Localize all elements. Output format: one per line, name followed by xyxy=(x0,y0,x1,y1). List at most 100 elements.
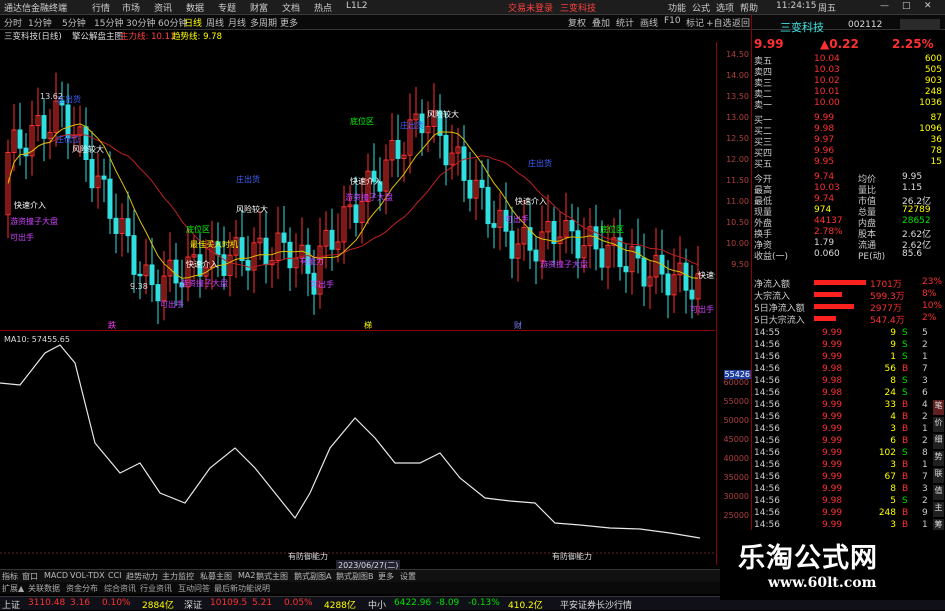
tick-side: B xyxy=(902,484,909,494)
period-week[interactable]: 周线 xyxy=(206,16,224,29)
flow-bar xyxy=(814,304,854,309)
extension-tab[interactable]: 互动问答 xyxy=(178,583,210,594)
menu-item-news[interactable]: 资讯 xyxy=(154,1,172,14)
period-month[interactable]: 月线 xyxy=(228,16,246,29)
quote-side-tab[interactable]: 势 xyxy=(933,451,944,466)
menu-item-wealth[interactable]: 财富 xyxy=(250,1,268,14)
clock: 11:24:15 xyxy=(776,1,817,11)
maximize-icon[interactable]: □ xyxy=(902,1,911,11)
menu-item-market[interactable]: 市场 xyxy=(122,1,140,14)
close-icon[interactable]: ✕ xyxy=(924,1,932,11)
menu-item-hot[interactable]: 热点 xyxy=(314,1,332,14)
quote-price-row: 9.99 ▲0.22 2.25% xyxy=(752,37,945,51)
indicator-tab[interactable]: 鹅式副图A xyxy=(294,571,331,582)
menu-item-formula[interactable]: 公式 xyxy=(692,1,710,14)
stat-row: 净资 1.79 流通 2.62亿 xyxy=(752,238,945,251)
extension-tab[interactable]: 扩展▲ xyxy=(2,583,24,594)
period-30min[interactable]: 30分钟 xyxy=(126,16,155,29)
menu-item-doc[interactable]: 文档 xyxy=(282,1,300,14)
indicator-tab[interactable]: VOL-TDX xyxy=(70,571,105,580)
chart-annotation: 快速介入 xyxy=(14,200,46,210)
period-multi[interactable]: 多周期 xyxy=(250,16,277,29)
btn-fuquan[interactable]: 复权 xyxy=(568,16,586,29)
chart-annotation: 底位区 xyxy=(350,116,374,126)
indicator-tab[interactable]: CCI xyxy=(108,571,122,580)
btn-draw[interactable]: 画线 xyxy=(640,16,658,29)
quote-side-tab[interactable]: 主 xyxy=(933,502,944,517)
period-1min[interactable]: 1分钟 xyxy=(28,16,52,29)
indicator-tab[interactable]: 指标 xyxy=(2,571,18,582)
btn-add-favorite[interactable]: +自选 xyxy=(706,16,732,29)
indicator-tab[interactable]: MACD xyxy=(44,571,68,580)
period-5min[interactable]: 5分钟 xyxy=(62,16,86,29)
extension-tab[interactable]: 资金分布 xyxy=(66,583,98,594)
quote-side-tab[interactable]: 值 xyxy=(933,485,944,500)
period-fenshi[interactable]: 分时 xyxy=(4,16,22,29)
btn-stats[interactable]: 统计 xyxy=(616,16,634,29)
quote-side-tab[interactable]: 细 xyxy=(933,434,944,449)
bid-volume: 78 xyxy=(930,146,942,156)
quote-side-tab[interactable]: 笔 xyxy=(933,400,944,415)
chart-annotation: 快速介入 xyxy=(515,196,547,206)
indicator-tab[interactable]: 鹅式副图B xyxy=(336,571,374,582)
candle-body xyxy=(689,289,695,300)
quote-notice-icon[interactable] xyxy=(900,19,940,30)
menu-item-l1l2[interactable]: L1L2 xyxy=(346,1,367,11)
extension-tab[interactable]: 行业资讯 xyxy=(140,583,172,594)
chart-indicator-name[interactable]: 擎公解盘主图 xyxy=(72,30,123,42)
y-axis: 14.50 14.00 13.50 13.00 12.50 12.00 11.50 11.00… xyxy=(716,42,751,577)
flow-row: 5日净流入额 2977万 10% xyxy=(752,301,945,314)
btn-f10[interactable]: F10 xyxy=(664,16,681,26)
menu-item-topic[interactable]: 专题 xyxy=(218,1,236,14)
indicator-tab[interactable]: MA2 xyxy=(238,571,255,580)
period-day[interactable]: 日线 xyxy=(184,16,202,29)
minimize-icon[interactable]: — xyxy=(880,1,889,11)
btn-overlay[interactable]: 叠加 xyxy=(592,16,610,29)
y-axis-tick: 14.00 xyxy=(726,71,749,80)
extension-tab[interactable]: 综合资讯 xyxy=(104,583,136,594)
stat-value: 28652 xyxy=(902,216,931,226)
ask-price: 10.04 xyxy=(814,54,840,64)
candle-body xyxy=(329,229,335,250)
menu-item-data[interactable]: 数据 xyxy=(186,1,204,14)
bid-price: 9.99 xyxy=(814,113,835,123)
menu-item-help[interactable]: 帮助 xyxy=(740,1,758,14)
flow-bar xyxy=(814,280,866,285)
quote-side-tab[interactable]: 价 xyxy=(933,417,944,432)
menu-item-quote[interactable]: 行情 xyxy=(92,1,110,14)
btn-mark[interactable]: 标记 xyxy=(686,16,704,29)
y-axis-tick: 10.50 xyxy=(726,218,749,227)
watermark-title: 乐淘公式网 xyxy=(738,543,878,574)
quote-side-tab[interactable]: 联 xyxy=(933,468,944,483)
indicator-tab[interactable]: 主力监控 xyxy=(162,571,194,582)
tick-price: 9.99 xyxy=(822,352,843,362)
bid-row: 买四 9.96 78 xyxy=(752,146,945,159)
period-15min[interactable]: 15分钟 xyxy=(94,16,123,29)
indicator-tab[interactable]: 趋势动力 xyxy=(126,571,158,582)
period-more[interactable]: 更多 xyxy=(280,16,298,29)
flow-pct: 23% xyxy=(922,277,943,287)
extension-tab[interactable]: 关联数据 xyxy=(28,583,60,594)
candle-body xyxy=(353,204,359,223)
indicator-tab[interactable]: 私募主图 xyxy=(200,571,232,582)
tick-time: 14:56 xyxy=(754,388,780,398)
menu-item-function[interactable]: 功能 xyxy=(668,1,686,14)
kline-chart[interactable]: 风险较大风险较大风险较大快速介入快速介入快速介入快速介入快速介入庄出货庄出货庄出… xyxy=(0,42,715,329)
tick-count: 8 xyxy=(922,448,928,458)
extension-tab[interactable]: 最后新功能说明 xyxy=(214,583,270,594)
chart-annotation: 可出手 xyxy=(160,299,184,309)
tick-time: 14:56 xyxy=(754,352,780,362)
y-axis-sub-tick: 30000 xyxy=(723,492,749,501)
tick-row: 14:56 9.98 56 B 7 xyxy=(752,364,945,375)
btn-back[interactable]: 返回 xyxy=(732,16,750,29)
menu-item-options[interactable]: 选项 xyxy=(716,1,734,14)
candle-body xyxy=(107,178,113,219)
trade-status[interactable]: 交易未登录 xyxy=(508,1,553,14)
chart-annotation: 游资撞子大盘 xyxy=(345,192,393,202)
tick-count: 6 xyxy=(922,388,928,398)
indicator-tab[interactable]: 更多 xyxy=(378,571,394,582)
indicator-tab[interactable]: 窗口 xyxy=(22,571,38,582)
indicator-tab[interactable]: 设置 xyxy=(400,571,416,582)
indicator-tab[interactable]: 鹅式主图 xyxy=(256,571,288,582)
sub-indicator-chart[interactable] xyxy=(0,333,715,565)
